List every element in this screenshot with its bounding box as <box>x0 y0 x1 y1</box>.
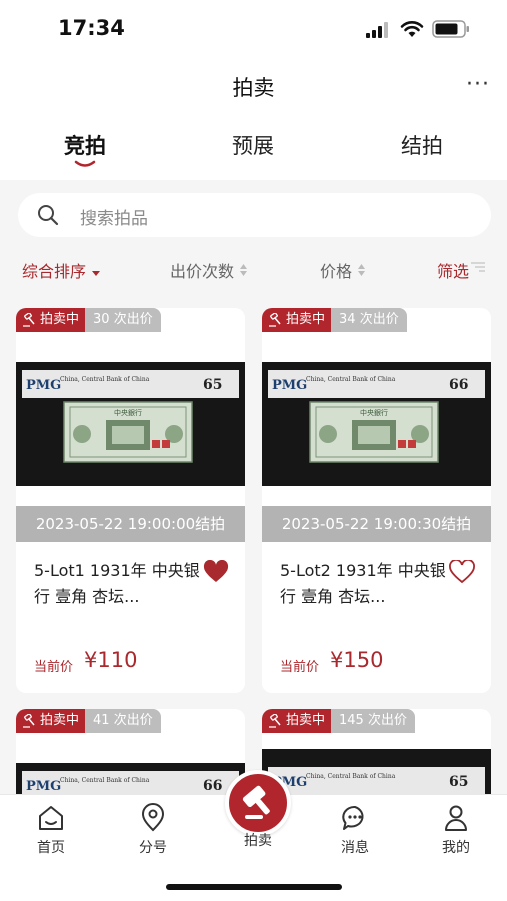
sort-comprehensive-label: 综合排序 <box>22 262 87 281</box>
search-placeholder: 搜索拍品 <box>80 209 148 229</box>
lot-card[interactable]: 拍卖中 30 次出价 PMG China, Central Bank of Ch… <box>16 308 245 693</box>
search-input[interactable]: 搜索拍品 <box>18 193 491 237</box>
tab-preview[interactable]: 预展 <box>208 130 298 160</box>
nav-branch-label: 分号 <box>139 840 167 856</box>
lot-image: PMG China, Central Bank of China 66 中央銀行 <box>262 362 491 486</box>
search-icon <box>38 205 59 226</box>
caret-down-icon <box>92 271 101 276</box>
note-header: China, Central Bank of China <box>60 376 150 383</box>
sort-arrows-icon <box>240 264 248 276</box>
auction-status-badge: 拍卖中 34 次出价 <box>262 308 407 332</box>
auction-status-badge: 拍卖中 30 次出价 <box>16 308 161 332</box>
banknote-image: PMG China, Central Bank of China 65 中央銀行 <box>22 370 239 463</box>
note-header: China, Central Bank of China <box>306 773 396 780</box>
nav-profile-label: 我的 <box>442 840 470 856</box>
current-price: ¥150 <box>330 648 384 672</box>
note-header: China, Central Bank of China <box>60 777 150 784</box>
active-tab-indicator <box>74 160 96 167</box>
page-title: 拍卖 <box>232 76 275 100</box>
lot-title: 5-Lot2 1931年 中央银行 壹角 杏坛... <box>280 561 446 606</box>
price-label: 当前价 <box>34 660 74 675</box>
bid-count: 145 次出价 <box>331 709 415 733</box>
note-name: 中央銀行 <box>360 408 388 417</box>
note-grade: 65 <box>203 377 222 393</box>
gavel-icon <box>23 313 35 327</box>
nav-messages-label: 消息 <box>341 840 369 856</box>
auction-status-badge: 拍卖中 41 次出价 <box>16 709 161 733</box>
note-grade: 65 <box>449 774 468 790</box>
message-icon <box>342 805 364 830</box>
status-label: 拍卖中 <box>40 312 80 327</box>
gavel-icon <box>269 714 281 728</box>
note-grade: 66 <box>449 377 468 393</box>
nav-branch[interactable]: 分号 <box>118 803 188 857</box>
wifi-icon <box>400 21 424 37</box>
lot-title: 5-Lot1 1931年 中央银行 壹角 杏坛... <box>34 561 200 606</box>
lot-card[interactable]: 拍卖中 34 次出价 PMG China, Central Bank of Ch… <box>262 308 491 693</box>
end-time: 2023-05-22 19:00:30结拍 <box>262 506 491 542</box>
banknote-image: PMG China, Central Bank of China 66 中央銀行 <box>268 370 485 463</box>
bid-count: 30 次出价 <box>85 308 161 332</box>
note-grade: 66 <box>203 778 222 794</box>
cellular-signal-icon <box>366 22 388 38</box>
filter-button[interactable]: 筛选 <box>437 258 485 282</box>
svg-text:PMG: PMG <box>272 378 307 393</box>
nav-home[interactable]: 首页 <box>16 803 86 857</box>
bid-count: 34 次出价 <box>331 308 407 332</box>
filter-icon <box>471 262 485 272</box>
bid-count: 41 次出价 <box>85 709 161 733</box>
more-options-button[interactable]: ··· <box>466 72 490 97</box>
note-name: 中央銀行 <box>114 408 142 417</box>
home-icon <box>39 806 63 830</box>
heart-outline-icon[interactable] <box>449 560 475 584</box>
end-time: 2023-05-22 19:00:00结拍 <box>16 506 245 542</box>
home-indicator <box>166 884 342 890</box>
heart-filled-icon[interactable] <box>203 560 229 584</box>
nav-profile[interactable]: 我的 <box>421 803 491 857</box>
nav-messages[interactable]: 消息 <box>320 803 390 857</box>
gavel-icon <box>23 714 35 728</box>
sort-arrows-icon <box>358 264 366 276</box>
gavel-icon <box>242 785 270 819</box>
tab-closed[interactable]: 结拍 <box>377 130 467 160</box>
nav-home-label: 首页 <box>37 840 65 856</box>
sort-price-label: 价格 <box>320 262 353 281</box>
auction-status-badge: 拍卖中 145 次出价 <box>262 709 415 733</box>
filter-label: 筛选 <box>437 262 470 281</box>
svg-text:PMG: PMG <box>26 779 61 794</box>
current-price: ¥110 <box>84 648 138 672</box>
tab-bidding[interactable]: 竞拍 <box>40 130 130 160</box>
nav-auction-button[interactable] <box>225 770 291 836</box>
status-label: 拍卖中 <box>286 713 326 728</box>
svg-text:PMG: PMG <box>26 378 61 393</box>
note-header: China, Central Bank of China <box>306 376 396 383</box>
status-label: 拍卖中 <box>286 312 326 327</box>
lot-image: PMG China, Central Bank of China 65 中央銀行 <box>16 362 245 486</box>
sort-bid-count[interactable]: 出价次数 <box>170 258 248 282</box>
location-icon <box>141 803 165 832</box>
gavel-icon <box>269 313 281 327</box>
sort-price[interactable]: 价格 <box>320 258 366 282</box>
status-time: 17:34 <box>58 16 125 40</box>
sort-bid-count-label: 出价次数 <box>170 262 235 281</box>
battery-icon <box>432 20 469 38</box>
profile-icon <box>445 805 467 831</box>
status-label: 拍卖中 <box>40 713 80 728</box>
price-label: 当前价 <box>280 660 320 675</box>
sort-comprehensive[interactable]: 综合排序 <box>22 258 101 282</box>
status-bar: 17:34 <box>0 0 507 60</box>
top-section: 17:34 拍卖 ··· 竞拍 预展 结拍 <box>0 0 507 180</box>
nav-auction-label: 拍卖 <box>244 833 272 849</box>
